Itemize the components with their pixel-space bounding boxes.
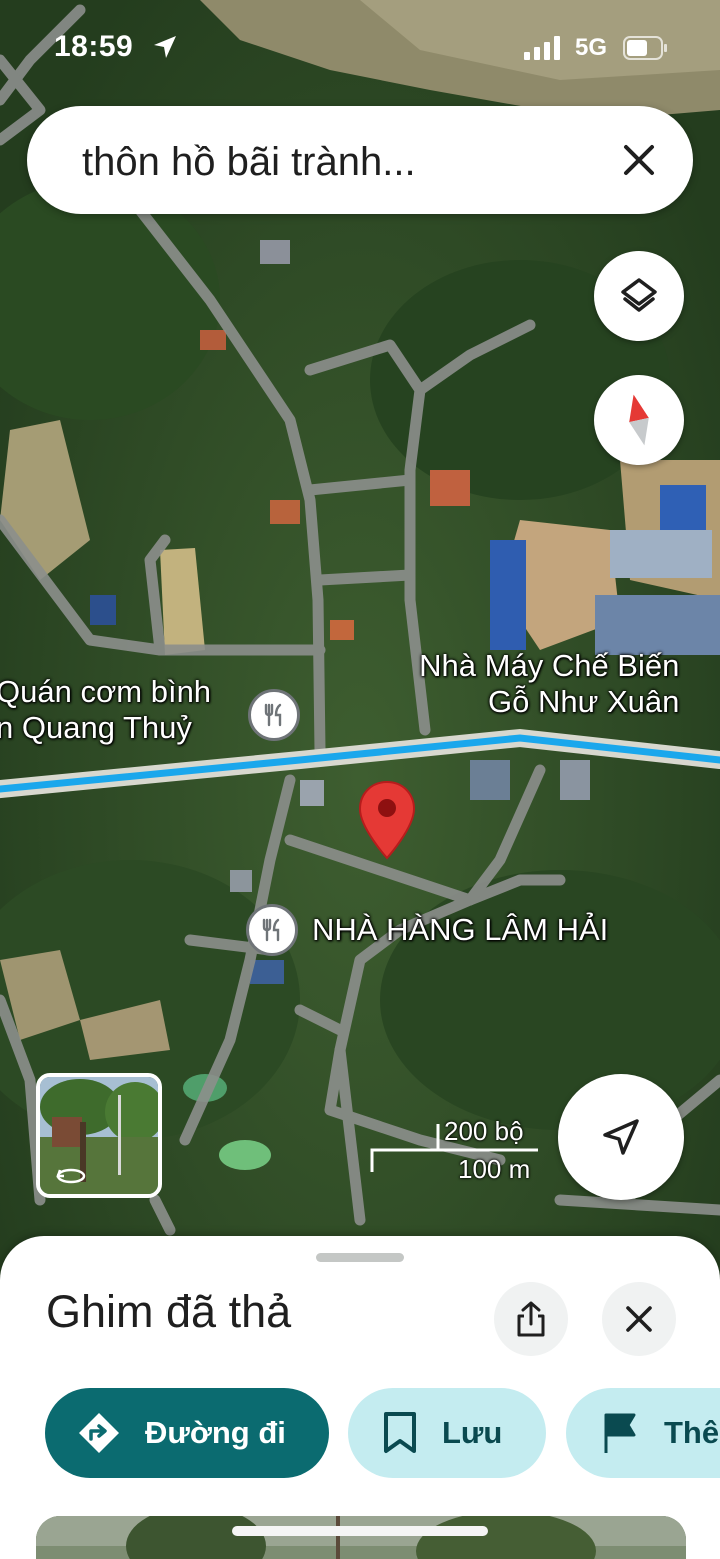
- layers-icon: [621, 278, 657, 312]
- close-icon: [624, 145, 654, 175]
- poi-label-restaurant-2[interactable]: NHÀ HÀNG LÂM HẢI: [312, 912, 608, 948]
- navigation-arrow-icon: [603, 1119, 639, 1155]
- home-indicator[interactable]: [232, 1526, 488, 1536]
- bookmark-icon: [384, 1412, 416, 1453]
- add-label-button[interactable]: Thê: [566, 1388, 720, 1478]
- poi-label-factory[interactable]: Nhà Máy Chế Biến Gỗ Như Xuân: [412, 648, 679, 719]
- compass-icon: [629, 394, 649, 446]
- poi-label-line: n Quang Thuỷ: [0, 709, 192, 745]
- poi-label-line: Nhà Máy Chế Biến: [419, 648, 680, 683]
- fork-knife-icon: [262, 918, 280, 942]
- share-button[interactable]: [494, 1282, 568, 1356]
- share-icon: [517, 1301, 545, 1337]
- search-bar[interactable]: thôn hồ bãi trành...: [27, 106, 693, 214]
- scale-imperial: 200 bộ: [444, 1116, 524, 1146]
- sheet-title: Ghim đã thả: [46, 1286, 292, 1337]
- poi-label-line: Quán cơm bình: [0, 674, 212, 709]
- layers-button[interactable]: [594, 251, 684, 341]
- scale-metric: 100 m: [458, 1154, 531, 1184]
- place-photo[interactable]: [36, 1516, 686, 1559]
- street-view-thumbnail[interactable]: [36, 1073, 162, 1198]
- compass-button[interactable]: [594, 375, 684, 465]
- close-icon: [626, 1306, 652, 1332]
- flag-icon: [604, 1413, 636, 1453]
- map-scale: 200 bộ 100 m: [368, 1116, 548, 1184]
- drag-handle[interactable]: [316, 1253, 404, 1262]
- poi-label-line: Gỗ Như Xuân: [488, 683, 680, 719]
- directions-icon: [79, 1413, 119, 1453]
- save-label: Lưu: [442, 1415, 503, 1450]
- search-clear-button[interactable]: [615, 136, 663, 184]
- restaurant-icon[interactable]: [248, 689, 300, 741]
- restaurant-icon[interactable]: [246, 904, 298, 956]
- fork-knife-icon: [264, 703, 282, 727]
- map-pin-icon: [358, 780, 416, 860]
- network-type: 5G: [575, 34, 608, 61]
- directions-button[interactable]: Đường đi: [45, 1388, 329, 1478]
- street-view-rotate-icon: [56, 1168, 86, 1184]
- battery-icon: [623, 36, 667, 60]
- location-arrow-icon: [154, 36, 176, 58]
- poi-label-restaurant-1[interactable]: Quán cơm bình n Quang Thuỷ: [0, 674, 211, 745]
- search-query[interactable]: thôn hồ bãi trành...: [82, 140, 416, 185]
- status-time: 18:59: [54, 30, 134, 63]
- close-sheet-button[interactable]: [602, 1282, 676, 1356]
- save-button[interactable]: Lưu: [348, 1388, 546, 1478]
- directions-label: Đường đi: [145, 1415, 286, 1450]
- photo-preview: [36, 1516, 686, 1559]
- status-bar: 18:59 5G: [0, 0, 720, 96]
- dropped-pin-marker[interactable]: [358, 780, 416, 865]
- add-label-text: Thê: [664, 1415, 720, 1450]
- signal-bars-icon: [524, 36, 560, 60]
- my-location-button[interactable]: [558, 1074, 684, 1200]
- place-bottom-sheet[interactable]: Ghim đã thả Đường đi Lưu Thê: [0, 1236, 720, 1559]
